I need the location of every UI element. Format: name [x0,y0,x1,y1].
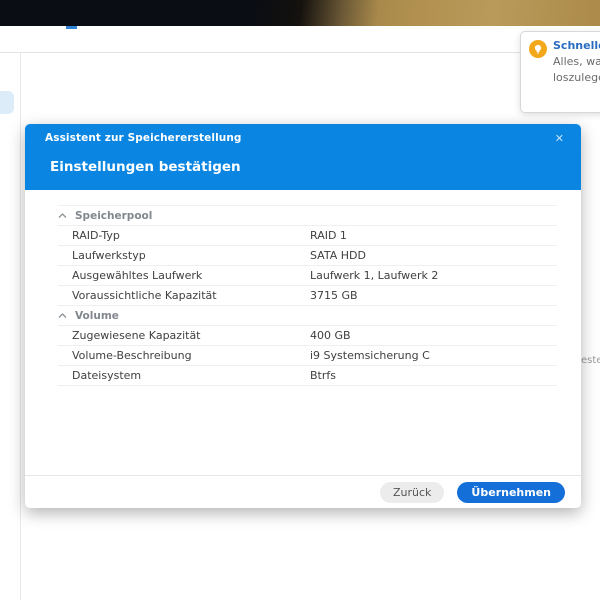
table-row: Voraussichtliche Kapazität 3715 GB [58,286,557,306]
section-header-volume[interactable]: Volume [58,306,557,326]
dialog-header: Assistent zur Speichererstellung ✕ Einst… [25,124,581,190]
row-value: Laufwerk 1, Laufwerk 2 [310,269,557,282]
header-divider [0,52,600,53]
row-label: Voraussichtliche Kapazität [58,289,310,302]
close-icon[interactable]: ✕ [552,132,567,146]
tab-highlight [66,26,77,29]
table-row: RAID-Typ RAID 1 [58,226,557,246]
apply-button[interactable]: Übernehmen [457,482,565,503]
chevron-up-icon [58,213,67,219]
row-label: Volume-Beschreibung [58,349,310,362]
background-text-fragment: este [581,355,600,366]
table-row: Volume-Beschreibung i9 Systemsicherung C [58,346,557,366]
sidebar-item-partial[interactable] [0,91,14,114]
back-button[interactable]: Zurück [380,482,444,503]
section-title: Volume [75,310,119,322]
row-label: Ausgewähltes Laufwerk [58,269,310,282]
section-header-speicherpool[interactable]: Speicherpool [58,206,557,226]
table-row: Laufwerkstyp SATA HDD [58,246,557,266]
toast-body-line: loszulegen [553,72,600,84]
sidebar-divider [20,52,21,600]
table-row: Dateisystem Btrfs [58,366,557,386]
row-value: 3715 GB [310,289,557,302]
row-label: RAID-Typ [58,229,310,242]
row-label: Dateisystem [58,369,310,382]
row-label: Zugewiesene Kapazität [58,329,310,342]
step-heading: Einstellungen bestätigen [50,159,581,175]
row-value: SATA HDD [310,249,557,262]
table-row: Zugewiesene Kapazität 400 GB [58,326,557,346]
dialog-footer: Zurück Übernehmen [25,475,581,508]
row-value: i9 Systemsicherung C [310,349,557,362]
chevron-up-icon [58,313,67,319]
storage-wizard-dialog: Assistent zur Speichererstellung ✕ Einst… [25,124,581,508]
toast-body-line: Alles, was [553,56,600,68]
desktop-wallpaper-strip [0,0,600,26]
lightbulb-icon [529,40,547,58]
quick-tip-toast[interactable]: Schnelle Alles, was loszulegen [520,31,600,113]
settings-summary-table: Speicherpool RAID-Typ RAID 1 Laufwerksty… [58,205,557,386]
row-value: 400 GB [310,329,557,342]
row-label: Laufwerkstyp [58,249,310,262]
row-value: Btrfs [310,369,557,382]
dialog-title: Assistent zur Speichererstellung [45,132,242,144]
row-value: RAID 1 [310,229,557,242]
table-row: Ausgewähltes Laufwerk Laufwerk 1, Laufwe… [58,266,557,286]
section-title: Speicherpool [75,210,152,222]
toast-title: Schnelle [553,39,600,52]
